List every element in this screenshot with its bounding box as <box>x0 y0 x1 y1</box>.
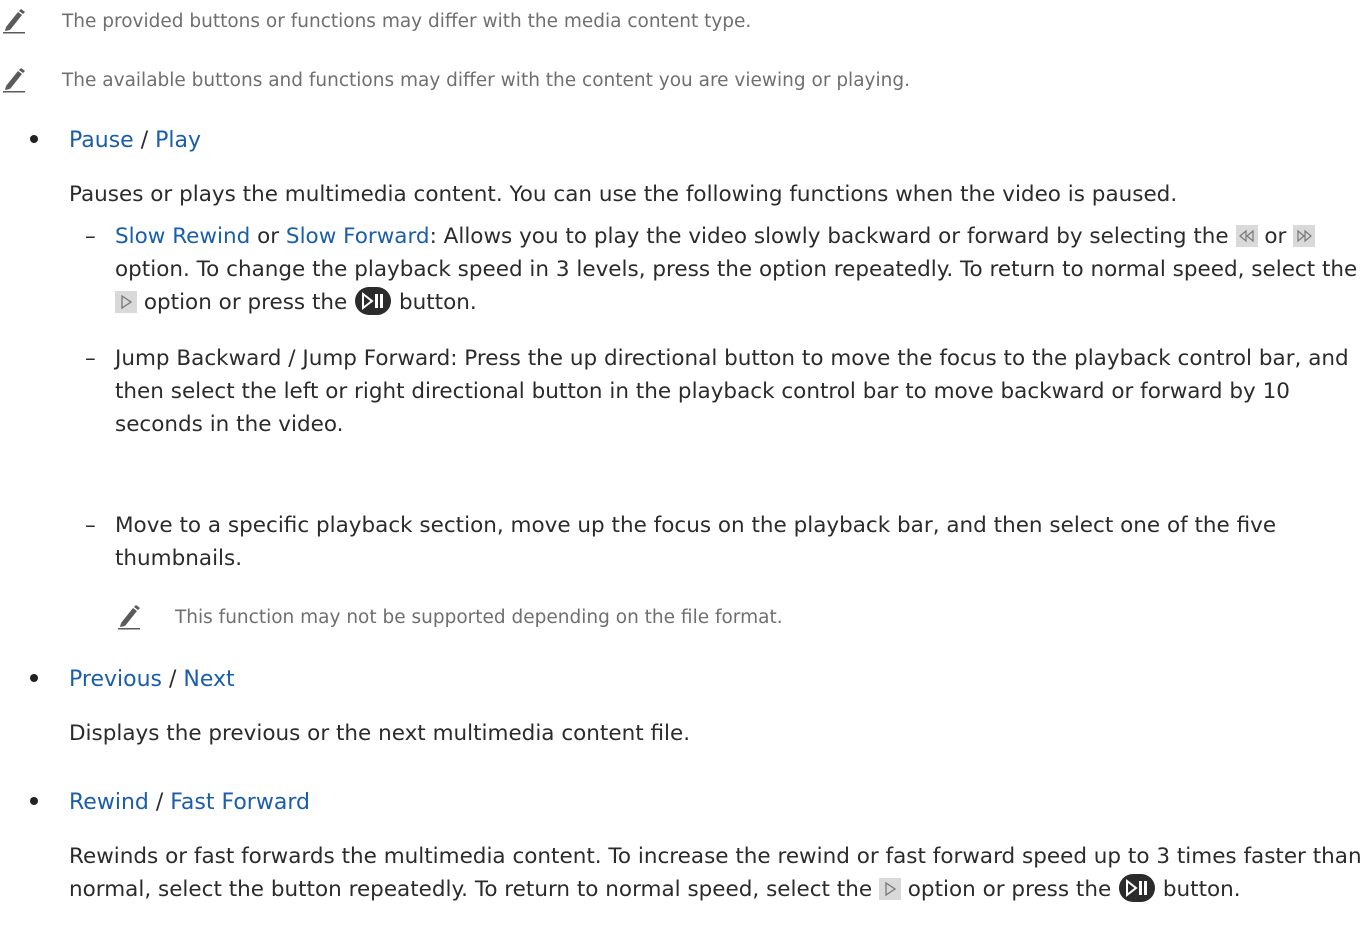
play-icon <box>115 291 137 313</box>
pencil-icon <box>3 68 25 93</box>
bullet-icon <box>30 797 38 805</box>
sub-item-jump: – Jump Backward / Jump Forward: Press th… <box>85 342 1367 441</box>
slow-forward-link[interactable]: Slow Forward <box>286 224 430 249</box>
sub-item-slow: – Slow Rewind or Slow Forward: Allows yo… <box>85 220 1367 319</box>
note-2: The available buttons and functions may … <box>0 67 910 95</box>
separator: / <box>168 667 177 692</box>
separator: / <box>140 128 149 153</box>
play-pause-button-icon <box>355 287 392 315</box>
slow-rewind-icon <box>1235 225 1258 247</box>
rewind-ff-description: Rewinds or fast forwards the multimedia … <box>69 840 1364 906</box>
item-previous-next-heading: Previous / Next <box>30 665 235 695</box>
play-pause-button-icon <box>1119 874 1156 902</box>
sub-item-move: – Move to a specific playback section, m… <box>85 509 1367 575</box>
pencil-icon <box>118 605 140 630</box>
dash-marker: – <box>85 224 96 249</box>
slow-forward-icon <box>1293 225 1316 247</box>
pencil-icon <box>3 9 25 34</box>
note-text: The provided buttons or functions may di… <box>62 11 752 32</box>
item-pause-play-heading: Pause / Play <box>30 126 201 156</box>
fast-forward-link[interactable]: Fast Forward <box>170 790 310 815</box>
dash-marker: – <box>85 346 96 371</box>
rewind-text-2: option or press the <box>907 877 1112 902</box>
next-link[interactable]: Next <box>183 667 234 692</box>
item-rewind-ff-heading: Rewind / Fast Forward <box>30 788 310 818</box>
play-icon <box>878 878 901 900</box>
sub-note-text: This function may not be supported depen… <box>175 607 783 628</box>
rewind-text-3: button. <box>1162 877 1241 902</box>
play-link[interactable]: Play <box>155 128 201 153</box>
slow-text-5: button. <box>398 290 477 315</box>
note-1: The provided buttons or functions may di… <box>0 8 751 36</box>
sub-note: This function may not be supported depen… <box>115 604 783 632</box>
pause-play-description: Pauses or plays the multimedia content. … <box>69 182 1178 207</box>
note-text: The available buttons and functions may … <box>62 70 910 91</box>
slow-text-3: option. To change the playback speed in … <box>115 257 1358 282</box>
slow-rewind-link[interactable]: Slow Rewind <box>115 224 250 249</box>
move-text: Move to a specific playback section, mov… <box>115 513 1277 571</box>
rewind-link[interactable]: Rewind <box>69 790 149 815</box>
or-text: or <box>257 224 280 249</box>
separator: / <box>155 790 164 815</box>
slow-text-1: : Allows you to play the video slowly ba… <box>429 224 1229 249</box>
or-text-2: or <box>1264 224 1287 249</box>
dash-marker: – <box>85 513 96 538</box>
bullet-icon <box>30 135 38 143</box>
jump-text: Jump Backward / Jump Forward: Press the … <box>115 346 1349 437</box>
previous-next-description: Displays the previous or the next multim… <box>69 721 691 746</box>
bullet-icon <box>30 674 38 682</box>
slow-text-4: option or press the <box>143 290 348 315</box>
pause-link[interactable]: Pause <box>69 128 134 153</box>
previous-link[interactable]: Previous <box>69 667 162 692</box>
